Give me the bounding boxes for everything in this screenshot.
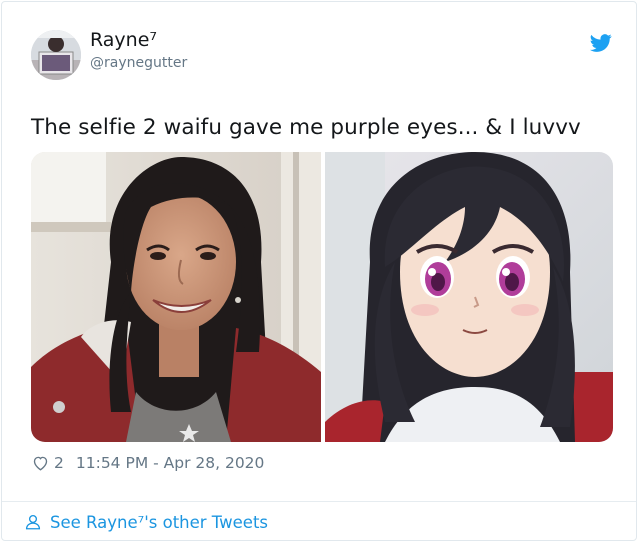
see-other-tweets-label: See Rayne⁷'s other Tweets — [50, 512, 269, 532]
footer-divider — [2, 501, 636, 502]
author-name[interactable]: Rayne⁷ — [90, 29, 157, 51]
like-count[interactable]: 2 — [54, 454, 64, 472]
heart-outline-icon[interactable] — [31, 454, 50, 472]
selfie-photo[interactable] — [31, 152, 321, 442]
tweet-text: The selfie 2 waifu gave me purple eyes..… — [31, 115, 581, 140]
author-avatar[interactable] — [31, 30, 81, 80]
see-other-tweets-link[interactable]: See Rayne⁷'s other Tweets — [24, 512, 268, 532]
tweet-timestamp[interactable]: 11:54 PM - Apr 28, 2020 — [76, 454, 265, 472]
person-icon — [25, 514, 41, 530]
anime-portrait-image[interactable] — [325, 152, 613, 442]
author-handle[interactable]: @raynegutter — [90, 55, 187, 71]
embedded-tweet-card: Rayne⁷ @raynegutter The selfie 2 waifu g… — [1, 1, 637, 541]
tweet-meta: 2 11:54 PM - Apr 28, 2020 — [31, 454, 264, 472]
twitter-bird-icon[interactable] — [589, 32, 613, 54]
